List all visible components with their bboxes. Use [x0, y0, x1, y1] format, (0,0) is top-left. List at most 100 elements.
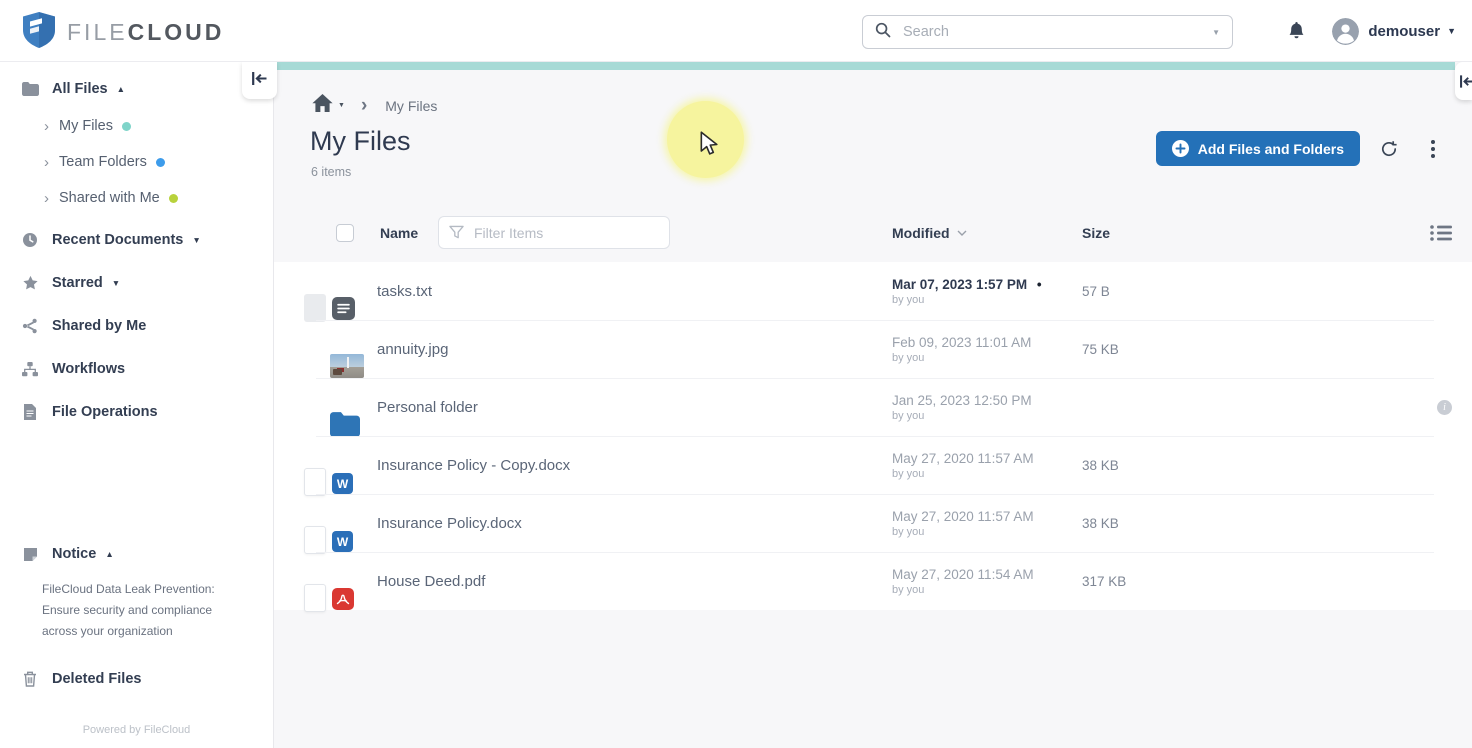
file-name[interactable]: Personal folder: [377, 399, 892, 416]
status-dot: [155, 157, 165, 167]
breadcrumb-separator-icon: ›: [360, 95, 368, 116]
info-icon[interactable]: i: [1437, 399, 1452, 415]
sidebar-item-starred[interactable]: Starred ▼: [0, 264, 273, 302]
breadcrumb-current[interactable]: My Files: [385, 98, 437, 114]
user-menu-caret-icon[interactable]: ▼: [1447, 26, 1456, 36]
search-input[interactable]: [903, 24, 1205, 40]
search-bar[interactable]: ▼: [862, 15, 1233, 49]
clock-icon: [21, 232, 39, 248]
notifications-bell-icon[interactable]: [1287, 21, 1306, 41]
chevron-right-icon: ›: [44, 153, 49, 171]
sidebar-item-label: My Files: [59, 118, 113, 134]
mouse-cursor: [697, 131, 723, 162]
breadcrumb-home-button[interactable]: ▼: [312, 94, 345, 117]
filter-input[interactable]: [474, 224, 659, 241]
page-title: My Files: [310, 126, 411, 156]
filecloud-shield-icon: [22, 11, 56, 54]
modified-column-header[interactable]: Modified: [892, 225, 1082, 241]
trash-icon: [21, 671, 39, 687]
file-modified: Mar 07, 2023 1:57 PM • by you: [892, 277, 1082, 306]
chevron-right-icon: ›: [44, 189, 49, 207]
caret-down-icon: ▼: [338, 102, 345, 109]
sidebar-item-shared-with-me[interactable]: › Shared with Me: [0, 180, 273, 216]
sidebar-item-label: Deleted Files: [52, 671, 142, 687]
caret-up-icon: ▲: [105, 549, 114, 559]
sidebar-item-label: Shared with Me: [59, 190, 160, 206]
sidebar-item-shared-by-me[interactable]: Shared by Me: [0, 307, 273, 345]
sort-caret-icon: [957, 230, 967, 236]
collapse-left-icon: [251, 71, 268, 91]
select-all-checkbox[interactable]: [336, 223, 354, 242]
refresh-icon: [1381, 140, 1397, 156]
file-name[interactable]: Insurance Policy - Copy.docx: [377, 457, 892, 474]
top-header: FILECLOUD ▼ demouser ▼: [0, 0, 1472, 62]
more-options-button[interactable]: [1418, 134, 1448, 164]
sidebar-item-workflows[interactable]: Workflows: [0, 350, 273, 388]
powered-by-label: Powered by FileCloud: [82, 724, 191, 736]
modified-by: by you: [892, 293, 925, 306]
sitemap-icon: [21, 361, 39, 377]
file-row-insurance-policy-docx[interactable]: W Insurance Policy.docx May 27, 2020 11:57…: [274, 494, 1472, 554]
logo-text: FILECLOUD: [67, 19, 225, 45]
size-column-header[interactable]: Size: [1082, 225, 1392, 241]
name-column-header[interactable]: Name: [380, 225, 438, 241]
file-row-personal-folder[interactable]: Personal folder Jan 25, 2023 12:50 PM by y…: [274, 378, 1472, 437]
sidebar-item-label: Notice: [52, 546, 97, 562]
collapse-right-icon: [1460, 74, 1472, 88]
sidebar-collapse-button[interactable]: [242, 62, 277, 99]
file-row-insurance-policy-copy-docx[interactable]: W Insurance Policy - Copy.docx May 27, 202…: [274, 436, 1472, 496]
user-avatar[interactable]: [1332, 17, 1360, 45]
file-size: 317 KB: [1082, 573, 1127, 589]
file-size: 38 KB: [1082, 457, 1119, 473]
caret-up-icon: ▲: [116, 84, 126, 94]
add-files-button-label: Add Files and Folders: [1197, 140, 1344, 157]
file-name[interactable]: tasks.txt: [377, 283, 892, 300]
notice-icon: [21, 547, 39, 562]
view-toggle[interactable]: [1392, 224, 1452, 242]
caret-down-icon: ▼: [192, 235, 201, 245]
caret-down-icon: ▼: [111, 278, 121, 288]
sidebar-item-deleted-files[interactable]: Deleted Files: [0, 660, 273, 698]
file-size: 75 KB: [1082, 341, 1119, 357]
file-name[interactable]: annuity.jpg: [377, 341, 892, 358]
sidebar-item-recent-documents[interactable]: Recent Documents ▼: [0, 221, 273, 259]
file-name[interactable]: House Deed.pdf: [377, 573, 892, 590]
refresh-button[interactable]: [1374, 134, 1404, 164]
right-panel-toggle-button[interactable]: [1455, 62, 1472, 100]
sidebar-item-team-folders[interactable]: › Team Folders: [0, 144, 273, 180]
share-icon: [21, 318, 39, 334]
search-icon: [875, 22, 891, 43]
sidebar-item-my-files[interactable]: › My Files: [0, 108, 273, 144]
sidebar-nav: All Files ▲ › My Files › Team Folders › Shared …: [0, 70, 273, 431]
search-caret-icon[interactable]: ▼: [1212, 28, 1220, 37]
folder-icon: [21, 82, 39, 96]
modified-by: by you: [892, 467, 925, 480]
modified-by: by you: [892, 525, 925, 538]
sidebar-item-all-files[interactable]: All Files ▲: [0, 70, 273, 108]
file-modified: Feb 09, 2023 11:01 AM by you: [892, 335, 1082, 364]
notice-section: Notice ▲ FileCloud Data Leak Prevention:…: [0, 535, 273, 748]
status-dot: [168, 193, 178, 203]
sidebar-item-label: Shared by Me: [52, 318, 147, 334]
main-content: ▼ › My Files My Files 6 items Add Files …: [274, 62, 1472, 748]
file-row-tasks-txt[interactable]: tasks.txt Mar 07, 2023 1:57 PM • by you 57 …: [274, 262, 1472, 322]
file-modified: Jan 25, 2023 12:50 PM by you: [892, 393, 1082, 422]
filter-box[interactable]: [438, 216, 670, 249]
sidebar-item-label: All Files: [52, 81, 108, 97]
modified-by: by you: [892, 351, 925, 364]
file-name[interactable]: Insurance Policy.docx: [377, 515, 892, 532]
sidebar-item-file-operations[interactable]: File Operations: [0, 393, 273, 431]
add-files-button[interactable]: Add Files and Folders: [1155, 131, 1360, 166]
file-size: 38 KB: [1082, 515, 1119, 531]
item-count-label: 6 items: [311, 165, 352, 179]
sidebar-item-notice[interactable]: Notice ▲: [0, 535, 273, 573]
filecloud-logo[interactable]: FILECLOUD: [22, 11, 224, 54]
star-icon: [21, 275, 39, 291]
sidebar-item-label: Team Folders: [59, 154, 147, 170]
accent-bar: [276, 62, 1455, 70]
file-row-house-deed-pdf[interactable]: House Deed.pdf May 27, 2020 11:54 AM by yo…: [274, 552, 1472, 612]
file-modified: May 27, 2020 11:54 AM by you: [892, 567, 1082, 596]
username-label[interactable]: demouser: [1368, 23, 1440, 40]
file-row-annuity-jpg[interactable]: annuity.jpg Feb 09, 2023 11:01 AM by you 75…: [274, 320, 1472, 378]
status-dot: [121, 121, 131, 131]
